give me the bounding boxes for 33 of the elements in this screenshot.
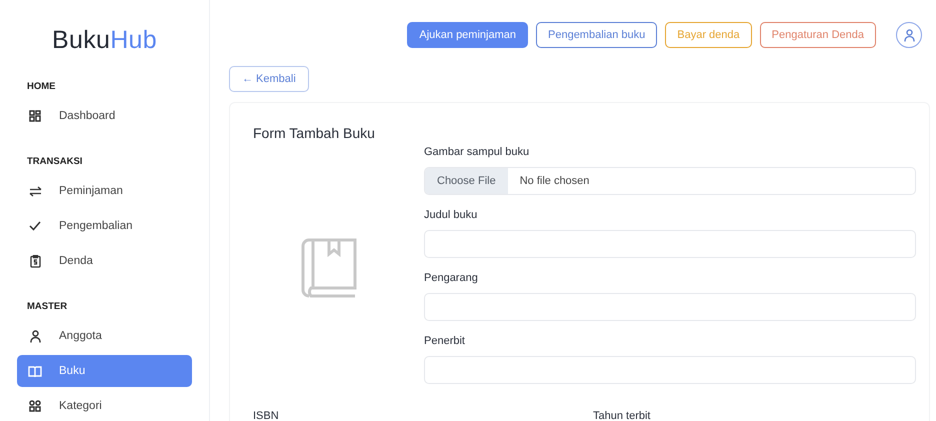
field-label: ISBN: [253, 410, 279, 421]
section-title: MASTER: [27, 300, 68, 314]
book-icon: [301, 238, 359, 298]
sidebar-item[interactable]: Denda: [17, 245, 192, 277]
action-button[interactable]: Pengembalian buku: [536, 22, 658, 48]
field-label: Penerbit: [424, 334, 465, 348]
sidebar-item[interactable]: Kategori: [17, 390, 192, 421]
sidebar-item[interactable]: Pengembalian: [17, 210, 192, 242]
swap-arrows-icon: [28, 186, 42, 196]
grid-icon: [29, 400, 41, 412]
back-button[interactable]: ← Kembali: [229, 66, 309, 92]
file-input[interactable]: Choose File No file chosen: [424, 167, 916, 195]
text-input[interactable]: [424, 293, 916, 321]
receipt-icon: [30, 254, 40, 268]
field-label: Judul buku: [424, 208, 478, 222]
app-logo: BukuHub: [52, 26, 157, 55]
text-input[interactable]: [424, 356, 916, 384]
sidebar-item[interactable]: Anggota: [17, 320, 192, 352]
field-label: Gambar sampul buku: [424, 145, 530, 159]
field-label: Pengarang: [424, 271, 478, 285]
check-icon: [29, 221, 41, 231]
section-title: HOME: [27, 80, 56, 94]
sidebar-item[interactable]: Peminjaman: [17, 175, 192, 207]
grid-icon: [29, 110, 41, 122]
field-label: Tahun terbit: [593, 410, 650, 421]
user-avatar-button[interactable]: [896, 22, 922, 48]
open-book-icon: [28, 366, 42, 376]
user-icon: [904, 28, 914, 42]
sidebar-item[interactable]: Dashboard: [17, 100, 192, 132]
form-title: Form Tambah Buku: [253, 125, 375, 141]
person-icon: [30, 330, 40, 342]
section-title: TRANSAKSI: [27, 155, 82, 169]
text-input[interactable]: [424, 230, 916, 258]
